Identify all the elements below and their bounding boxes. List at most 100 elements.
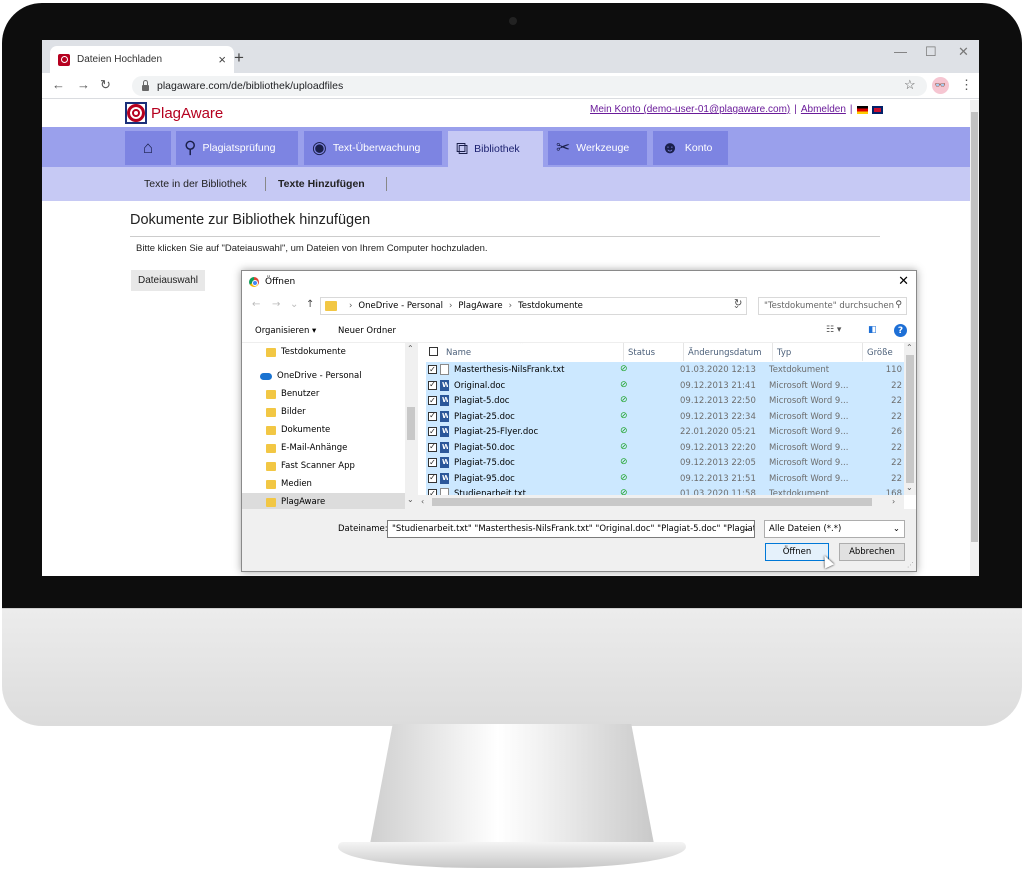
scroll-right-icon[interactable]: › (892, 497, 895, 506)
file-checkbox[interactable]: ✓ (428, 473, 437, 483)
file-list-vscrollbar[interactable]: ⌃ ⌄ (904, 343, 916, 495)
file-row[interactable]: ✓ Plagiat-5.doc ⊘ 09.12.2013 22:50 Microsoft… (426, 393, 904, 409)
file-row[interactable]: ✓ Plagiat-50.doc ⊘ 09.12.2013 22:20 Microsof… (426, 439, 904, 455)
filename-input[interactable]: "Studienarbeit.txt" "Masterthesis-NilsFr… (387, 520, 755, 538)
tree-item-onedrive[interactable]: OneDrive - Personal (242, 367, 405, 385)
nav-plagiatspruefung[interactable]: ⚲ Plagiatsprüfung (176, 131, 298, 165)
dialog-history-icon[interactable]: ⌄ (290, 299, 298, 310)
tree-item-medien[interactable]: Medien (242, 475, 405, 493)
select-all-checkbox[interactable] (429, 347, 438, 356)
file-list-hscrollbar[interactable]: ‹ › (418, 495, 904, 509)
column-type[interactable]: Typ (777, 348, 791, 358)
close-window-icon[interactable]: ✕ (958, 44, 969, 60)
subnav-texte-hinzufuegen[interactable]: Texte Hinzufügen (278, 178, 365, 190)
scroll-up-icon[interactable]: ⌃ (906, 343, 913, 352)
file-row[interactable]: ✓ Masterthesis-NilsFrank.txt ⊘ 01.03.2020 1… (426, 362, 904, 378)
file-row[interactable]: ✓ Plagiat-75.doc ⊘ 09.12.2013 22:05 Microsof… (426, 455, 904, 471)
dialog-breadcrumb[interactable]: › OneDrive - Personal › PlagAware › Test… (320, 297, 747, 315)
logout-link[interactable]: Abmelden (801, 104, 846, 115)
new-folder-button[interactable]: Neuer Ordner (338, 326, 396, 336)
profile-avatar[interactable]: 👓 (932, 77, 949, 94)
preview-pane-icon[interactable]: ◧ (868, 325, 877, 335)
tree-item-benutzer[interactable]: Benutzer (242, 385, 405, 403)
column-status[interactable]: Status (628, 348, 655, 358)
file-row[interactable]: ✓ Original.doc ⊘ 09.12.2013 21:41 Microsoft … (426, 377, 904, 393)
scroll-up-icon[interactable]: ⌃ (407, 344, 414, 353)
tree-item-bilder[interactable]: Bilder (242, 403, 405, 421)
browser-tab[interactable]: Dateien Hochladen × (50, 46, 234, 73)
site-logo[interactable]: PlagAware (125, 102, 223, 124)
tree-item-email-anhaenge[interactable]: E-Mail-Anhänge (242, 439, 405, 457)
file-checkbox[interactable]: ✓ (428, 458, 437, 467)
maximize-icon[interactable]: ☐ (925, 44, 937, 60)
scroll-left-icon[interactable]: ‹ (421, 497, 424, 506)
new-tab-button[interactable]: + (234, 48, 244, 68)
forward-icon[interactable]: → (77, 77, 90, 92)
scrollbar-thumb[interactable] (906, 355, 914, 483)
nav-text-ueberwachung[interactable]: ◉ Text-Überwachung (304, 131, 442, 165)
column-size[interactable]: Größe (867, 348, 893, 358)
dialog-refresh-icon[interactable]: ↻ (734, 298, 742, 309)
scroll-down-icon[interactable]: ⌄ (906, 483, 913, 492)
file-row[interactable]: ✓ Plagiat-95.doc ⊘ 09.12.2013 21:51 Microsof… (426, 470, 904, 486)
bookmark-star-icon[interactable]: ☆ (904, 77, 916, 93)
resize-grip-icon[interactable]: ⋰ (907, 561, 914, 569)
scrollbar-thumb[interactable] (407, 407, 415, 440)
tree-scrollbar[interactable]: ⌃ ⌄ (405, 343, 417, 509)
breadcrumb-item[interactable]: PlagAware (458, 301, 502, 311)
tree-item-plagaware[interactable]: PlagAware (242, 493, 405, 509)
file-checkbox[interactable]: ✓ (428, 380, 437, 390)
view-options-icon[interactable]: ☷ ▾ (826, 325, 841, 335)
scrollbar-thumb[interactable] (432, 498, 872, 506)
file-checkbox[interactable]: ✓ (428, 396, 437, 405)
sync-ok-icon: ⊘ (620, 472, 628, 483)
file-checkbox[interactable]: ✓ (428, 442, 437, 452)
column-name[interactable]: Name (446, 348, 471, 358)
dialog-search-input[interactable]: "Testdokumente" durchsuchen ⚲ (758, 297, 907, 315)
nav-konto[interactable]: ☻ Konto (653, 131, 728, 165)
scroll-down-icon[interactable]: ⌄ (407, 495, 414, 504)
menu-kebab-icon[interactable]: ⋮ (960, 77, 973, 93)
dialog-close-icon[interactable]: ✕ (898, 274, 909, 289)
file-choose-button[interactable]: Dateiauswahl (131, 270, 205, 291)
nav-home[interactable]: ⌂ (125, 131, 171, 165)
nav-bibliothek[interactable]: ⧉ Bibliothek (448, 131, 543, 167)
tree-item-dokumente[interactable]: Dokumente (242, 421, 405, 439)
camera (509, 17, 517, 25)
back-icon[interactable]: ← (52, 77, 65, 92)
dialog-up-icon[interactable]: ↑ (306, 299, 314, 310)
german-flag-icon[interactable] (856, 105, 868, 114)
file-checkbox[interactable]: ✓ (428, 365, 437, 374)
filetype-select[interactable]: Alle Dateien (*.*) ⌄ (764, 520, 905, 538)
file-row[interactable]: ✓ Plagiat-25-Flyer.doc ⊘ 22.01.2020 05:21 Mi… (426, 424, 904, 440)
subnav-texte-in-bibliothek[interactable]: Texte in der Bibliothek (144, 178, 247, 190)
tab-close-icon[interactable]: × (218, 52, 226, 67)
tree-item-fast-scanner[interactable]: Fast Scanner App (242, 457, 405, 475)
dialog-forward-icon[interactable]: → (272, 299, 280, 310)
nav-werkzeuge[interactable]: ✂ Werkzeuge (548, 131, 647, 165)
cancel-button[interactable]: Abbrechen (839, 543, 905, 561)
uk-flag-icon[interactable] (871, 105, 883, 114)
tree-item-testdokumente[interactable]: Testdokumente (242, 343, 405, 361)
dialog-back-icon[interactable]: ← (252, 299, 260, 310)
sync-ok-icon: ⊘ (620, 441, 628, 452)
organize-button[interactable]: Organisieren ▾ (255, 326, 316, 336)
chevron-down-icon[interactable]: ⌄ (743, 524, 750, 534)
file-checkbox[interactable]: ✓ (428, 411, 437, 421)
url-field[interactable]: plagaware.com/de/bibliothek/uploadfiles (132, 76, 927, 96)
scrollbar-thumb[interactable] (971, 112, 978, 542)
file-size: 22 (891, 458, 902, 468)
breadcrumb-item[interactable]: Testdokumente (518, 301, 583, 311)
account-link[interactable]: Mein Konto (demo-user-01@plagaware.com) (590, 104, 790, 115)
file-checkbox[interactable]: ✓ (428, 427, 437, 436)
tree-label: OneDrive - Personal (277, 371, 362, 381)
tab-title: Dateien Hochladen (77, 54, 163, 65)
column-date[interactable]: Änderungsdatum (688, 348, 762, 358)
file-row[interactable]: ✓ Plagiat-25.doc ⊘ 09.12.2013 22:34 Microsof… (426, 408, 904, 424)
page-scrollbar[interactable] (970, 100, 979, 576)
minimize-icon[interactable]: — (894, 44, 907, 59)
folder-icon (266, 461, 276, 471)
breadcrumb-item[interactable]: OneDrive - Personal (358, 301, 443, 311)
help-icon[interactable]: ? (894, 324, 907, 337)
reload-icon[interactable]: ↻ (100, 77, 111, 93)
